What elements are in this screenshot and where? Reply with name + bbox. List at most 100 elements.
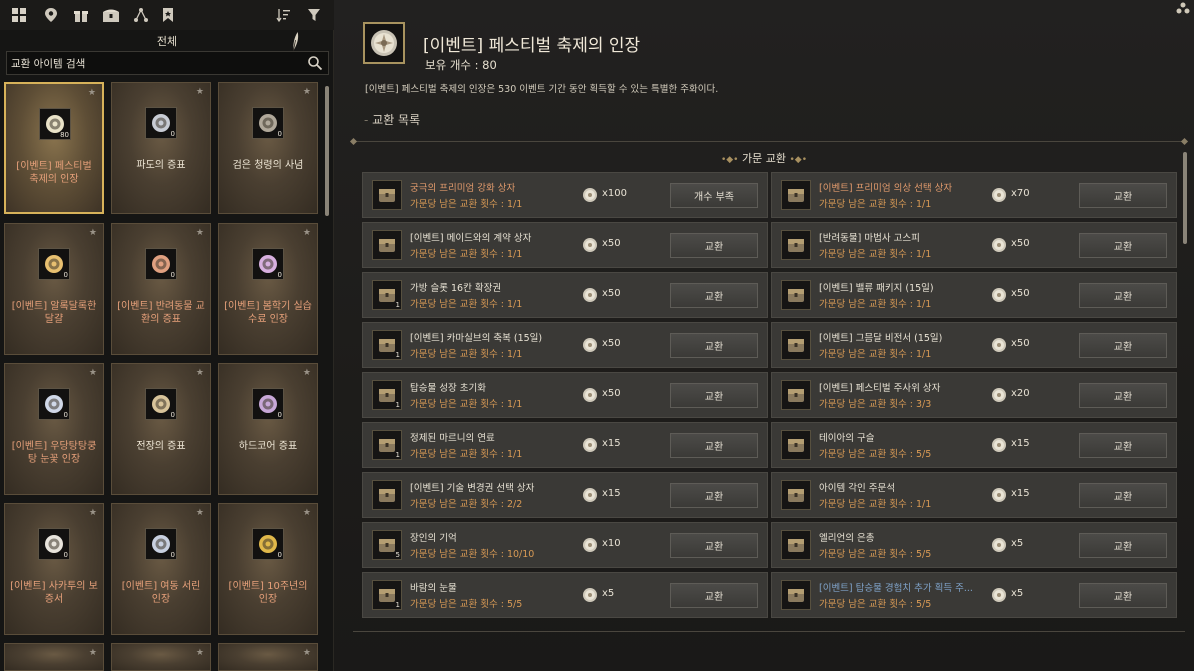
exchange-row: [이벤트] 기술 변경권 선택 상자 가문당 남은 교환 횟수 : 2/2 x15 교… <box>362 472 768 518</box>
favorite-star-icon[interactable]: ★ <box>89 368 97 378</box>
card-name: [이벤트] 봄학기 실습 수료 인장 <box>224 301 312 325</box>
exchange-limit: 가문당 남은 교환 횟수 : 1/1 <box>819 199 932 210</box>
card-name: [이벤트] 페스티벌 축제의 인장 <box>16 161 92 185</box>
exchange-button[interactable]: 교환 <box>1079 483 1167 508</box>
left-scrollbar[interactable] <box>325 86 329 216</box>
exchange-button[interactable]: 교환 <box>670 583 758 608</box>
exchange-row: [이벤트] 프리미엄 의상 선택 상자 가문당 남은 교환 횟수 : 1/1 x70… <box>771 172 1177 218</box>
settings-flower-icon[interactable] <box>1176 2 1190 16</box>
nodes-icon[interactable] <box>130 4 152 26</box>
stone-icon <box>781 480 811 510</box>
seal-coin-icon <box>582 237 598 253</box>
exchange-button[interactable]: 교환 <box>670 533 758 558</box>
search-icon[interactable] <box>307 55 323 71</box>
card-count: 0 <box>63 411 68 419</box>
dice-box-icon <box>781 380 811 410</box>
favorite-star-icon[interactable]: ★ <box>196 87 204 97</box>
item-card[interactable]: ★ 0 전장의 증표 <box>111 363 211 495</box>
favorite-star-icon[interactable]: ★ <box>89 508 97 518</box>
card-count: 0 <box>63 271 68 279</box>
exchange-button[interactable]: 교환 <box>1079 183 1167 208</box>
exchange-item-name: 궁극의 프리미엄 강화 상자 <box>410 183 516 194</box>
exchange-limit: 가문당 남은 교환 횟수 : 1/1 <box>819 349 932 360</box>
favorite-star-icon[interactable]: ★ <box>196 508 204 518</box>
exchange-item-name: 엘리언의 은총 <box>819 533 875 544</box>
favorite-star-icon[interactable]: ★ <box>303 87 311 97</box>
exchange-detail-panel: [이벤트] 페스티벌 축제의 인장 보유 개수 : 80 [이벤트] 페스티벌 … <box>334 0 1194 671</box>
paw-token-icon: 0 <box>145 248 177 280</box>
search-input[interactable] <box>11 54 301 72</box>
costume-box-icon <box>781 180 811 210</box>
crossed-swords-icon: 0 <box>145 388 177 420</box>
package-icon <box>781 280 811 310</box>
exchange-price: x15 <box>1011 488 1030 499</box>
exchange-price: x15 <box>1011 438 1030 449</box>
seal-coin-icon <box>991 337 1007 353</box>
pin-icon[interactable] <box>40 4 62 26</box>
gift-icon[interactable] <box>70 4 92 26</box>
grid-icon[interactable] <box>8 4 30 26</box>
favorite-star-icon[interactable]: ★ <box>196 368 204 378</box>
exchange-button[interactable]: 교환 <box>1079 383 1167 408</box>
item-card[interactable]: ★ 80 [이벤트] 페스티벌 축제의 인장 <box>4 82 104 214</box>
seal-coin-icon <box>991 287 1007 303</box>
favorite-star-icon[interactable]: ★ <box>303 648 311 658</box>
exchange-button[interactable]: 교환 <box>670 283 758 308</box>
item-count: 1 <box>395 601 400 609</box>
item-card[interactable]: ★ 0 [이벤트] 사카투의 보증서 <box>4 503 104 635</box>
eggs-icon: 0 <box>38 248 70 280</box>
exchange-row: 테이아의 구슬 가문당 남은 교환 횟수 : 5/5 x15 교환 <box>771 422 1177 468</box>
insufficient-button[interactable]: 개수 부족 <box>670 183 758 208</box>
exchange-button[interactable]: 교환 <box>670 483 758 508</box>
exchange-button[interactable]: 교환 <box>1079 583 1167 608</box>
exchange-button[interactable]: 교환 <box>670 333 758 358</box>
item-card[interactable]: ★ 0 [이벤트] 반려동물 교환의 증표 <box>111 223 211 355</box>
favorite-star-icon[interactable]: ★ <box>89 228 97 238</box>
favorite-star-icon[interactable]: ★ <box>88 88 96 98</box>
exchange-button[interactable]: 교환 <box>1079 433 1167 458</box>
chest-icon[interactable] <box>100 4 122 26</box>
exchange-button[interactable]: 교환 <box>1079 333 1167 358</box>
exchange-button[interactable]: 교환 <box>1079 283 1167 308</box>
card-name: 전장의 증표 <box>136 441 186 452</box>
exchange-button[interactable]: 교환 <box>670 233 758 258</box>
exchange-list-title: - 교환 목록 <box>364 113 421 127</box>
favorite-star-icon[interactable]: ★ <box>196 228 204 238</box>
item-card[interactable]: ★ 0 파도의 증표 <box>111 82 211 214</box>
filter-icon[interactable] <box>303 4 325 26</box>
tree-icon: 1 <box>372 330 402 360</box>
seal-coin-icon <box>991 587 1007 603</box>
item-card[interactable]: ★ 0 [이벤트] 여동 서린 인장 <box>111 503 211 635</box>
exchange-button[interactable]: 교환 <box>670 433 758 458</box>
favorite-star-icon[interactable]: ★ <box>196 648 204 658</box>
item-card-partial[interactable]: ★ <box>218 643 318 671</box>
search-field[interactable] <box>6 51 329 75</box>
exchange-price: x5 <box>1011 538 1024 549</box>
exchange-button[interactable]: 교환 <box>670 383 758 408</box>
exchange-row: 1 정제된 마르니의 연료 가문당 남은 교환 횟수 : 1/1 x15 교환 <box>362 422 768 468</box>
item-card[interactable]: ★ 0 [이벤트] 봄학기 실습 수료 인장 <box>218 223 318 355</box>
certificate-icon: 0 <box>38 528 70 560</box>
card-name: [이벤트] 반려동물 교환의 증표 <box>117 301 205 325</box>
sort-icon[interactable] <box>272 4 294 26</box>
bookmark-icon[interactable] <box>157 4 179 26</box>
exchange-button[interactable]: 교환 <box>1079 533 1167 558</box>
feather-icon: 1 <box>372 280 402 310</box>
right-scrollbar[interactable] <box>1183 152 1187 244</box>
exchange-item-name: 장인의 기억 <box>410 533 457 544</box>
item-card-partial[interactable]: ★ <box>4 643 104 671</box>
item-card[interactable]: ★ 0 검은 청령의 사념 <box>218 82 318 214</box>
favorite-star-icon[interactable]: ★ <box>303 508 311 518</box>
exchange-button[interactable]: 교환 <box>1079 233 1167 258</box>
favorite-star-icon[interactable]: ★ <box>303 228 311 238</box>
artisan-icon: 5 <box>372 530 402 560</box>
scroll-icon <box>781 330 811 360</box>
favorite-star-icon[interactable]: ★ <box>303 368 311 378</box>
item-card-partial[interactable]: ★ <box>111 643 211 671</box>
item-card[interactable]: ★ 0 [이벤트] 알록달록한 달걀 <box>4 223 104 355</box>
item-card[interactable]: ★ 0 [이벤트] 10주년의 인장 <box>218 503 318 635</box>
exchange-row: 1 탑승물 성장 초기화 가문당 남은 교환 횟수 : 1/1 x50 교환 <box>362 372 768 418</box>
item-card[interactable]: ★ 0 하드코어 증표 <box>218 363 318 495</box>
item-card[interactable]: ★ 0 [이벤트] 우당탕탕쿵탕 눈꽃 인장 <box>4 363 104 495</box>
favorite-star-icon[interactable]: ★ <box>89 648 97 658</box>
